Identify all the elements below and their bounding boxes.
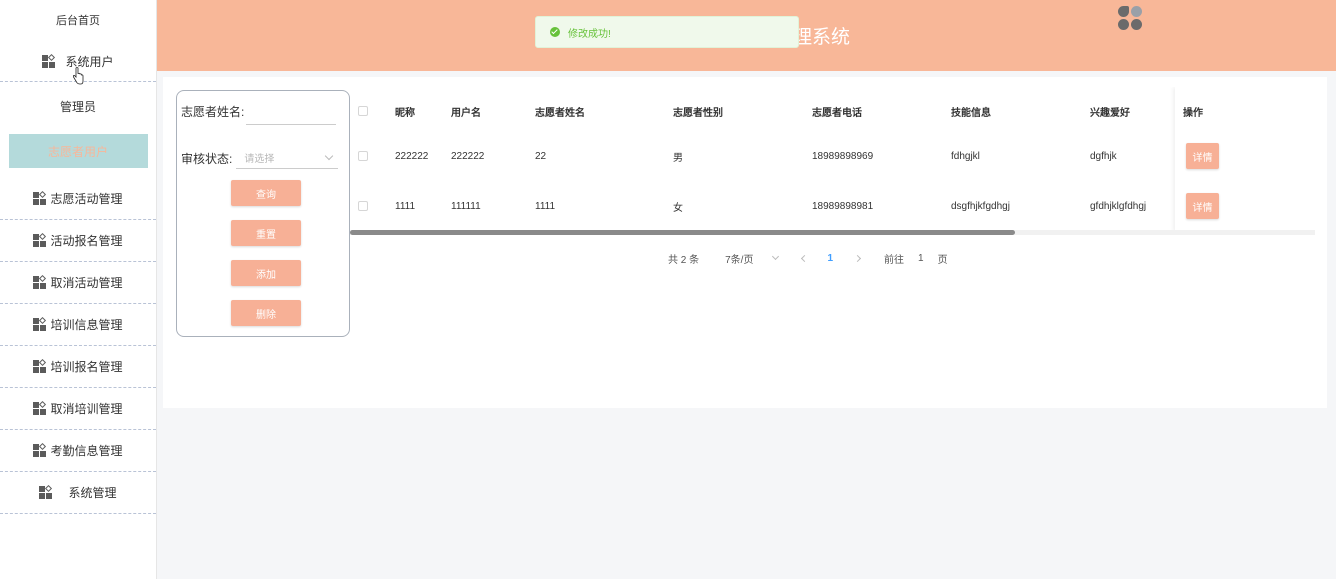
sidebar-subitem-volunteer-users[interactable]: 志愿者用户 (8, 134, 148, 168)
check-circle-icon (550, 27, 560, 37)
app-logo-icon[interactable] (1118, 6, 1142, 30)
menu-grid-icon (33, 442, 47, 457)
col-header: 志愿者性别 (673, 107, 723, 119)
page-unit-label: 页 (937, 254, 948, 266)
delete-button[interactable]: 删除 (231, 300, 301, 326)
menu-grid-icon (33, 232, 47, 247)
menu-grid-icon (39, 484, 53, 499)
current-page[interactable]: 1 (827, 253, 833, 264)
sidebar-item-label: 活动报名管理 (50, 234, 123, 248)
sidebar-item-label: 取消活动管理 (50, 276, 123, 290)
search-form: 志愿者姓名: 审核状态: 请选择 查询 重置 添加 删除 (176, 90, 350, 337)
sidebar-item-label: 系统管理 (68, 486, 117, 500)
col-header: 兴趣爱好 (1090, 107, 1130, 119)
menu-grid-icon (33, 358, 47, 373)
op-row: 详情 (1175, 182, 1315, 230)
sidebar-item-system-management[interactable]: 系统管理 (0, 472, 156, 514)
col-header: 用户名 (451, 107, 481, 119)
table-cell: 1111 (395, 200, 416, 212)
table-cell: 男 (673, 152, 683, 164)
table-cell: 1111 (535, 200, 556, 212)
table-cell: 女 (673, 202, 683, 214)
table-cell: dgfhjk (1090, 150, 1117, 162)
col-header: 志愿者姓名 (535, 107, 585, 119)
table-row: 222222 222222 22 男 18989898969 fdhgjkl d… (350, 132, 1315, 180)
sidebar-item-cancel-activity[interactable]: 取消活动管理 (0, 262, 156, 304)
toast-message: 修改成功! (568, 28, 611, 40)
mouse-cursor-icon (72, 67, 84, 85)
table-cell: 111111 (451, 200, 481, 212)
sidebar-subitem-admin[interactable]: 管理员 (0, 82, 156, 130)
table-cell: 18989898969 (812, 150, 874, 162)
table-cell: fdhgjkl (951, 150, 980, 162)
name-search-row: 志愿者姓名: (181, 97, 337, 125)
scrollbar-thumb[interactable] (350, 230, 1015, 235)
sidebar-item-attendance[interactable]: 考勤信息管理 (0, 430, 156, 472)
sidebar-home-link[interactable]: 后台首页 (0, 0, 156, 42)
select-all-checkbox[interactable] (358, 106, 368, 116)
menu-grid-icon (33, 316, 47, 331)
chevron-left-icon (801, 254, 809, 262)
goto-page-input[interactable]: 1 (918, 253, 924, 264)
operation-column: 操作 详情 详情 (1175, 87, 1315, 232)
reset-button[interactable]: 重置 (231, 220, 301, 246)
sidebar-item-label: 培训报名管理 (50, 360, 123, 374)
pagination: 共 2 条 7条/页 1 前往 1 页 (668, 248, 948, 268)
chevron-right-icon (853, 254, 862, 262)
volunteer-name-input[interactable] (246, 105, 337, 125)
page-size-value: 7条/页 (725, 254, 754, 266)
menu-grid-icon (42, 53, 56, 68)
table-cell: 22 (535, 150, 547, 162)
sidebar-item-cancel-training[interactable]: 取消培训管理 (0, 388, 156, 430)
menu-grid-icon (33, 274, 47, 289)
success-toast: 修改成功! (535, 16, 799, 48)
menu-grid-icon (33, 190, 47, 205)
sidebar-item-activity[interactable]: 志愿活动管理 (0, 178, 156, 220)
table-cell: 222222 (395, 150, 429, 162)
sidebar-item-label: 志愿活动管理 (50, 192, 123, 206)
sidebar-item-activity-signup[interactable]: 活动报名管理 (0, 220, 156, 262)
table-cell: 222222 (451, 150, 485, 162)
table-header-row: 昵称 用户名 志愿者姓名 志愿者性别 志愿者电话 技能信息 兴趣爱好 (350, 87, 1315, 135)
table-cell: 18989898981 (812, 200, 874, 212)
name-label: 志愿者姓名: (181, 104, 245, 119)
total-count: 共 2 条 (668, 254, 700, 266)
detail-button[interactable]: 详情 (1186, 193, 1219, 219)
prev-page-button[interactable] (801, 254, 809, 262)
op-header-row: 操作 (1175, 87, 1315, 135)
op-row: 详情 (1175, 132, 1315, 180)
sidebar: 后台首页 系统用户 管理员 志愿者用户 志愿活动管理 活动报名管理 取消活动管理… (0, 0, 157, 579)
horizontal-scrollbar[interactable] (350, 230, 1315, 235)
col-header: 操作 (1183, 107, 1203, 119)
col-header: 昵称 (395, 107, 415, 119)
col-header: 技能信息 (951, 107, 991, 119)
sidebar-item-label: 考勤信息管理 (50, 444, 123, 458)
table-cell: gfdhjklgfdhgj (1090, 200, 1147, 212)
col-header: 志愿者电话 (812, 107, 862, 119)
audit-status-select[interactable]: 请选择 (236, 147, 339, 169)
table-row: 1111 111111 1111 女 18989898981 dsgfhjkfg… (350, 182, 1315, 230)
page-size-select[interactable]: 7条/页 (725, 251, 780, 266)
main-panel: 志愿者姓名: 审核状态: 请选择 查询 重置 添加 删除 昵称 用户名 志愿者姓… (163, 77, 1327, 408)
next-page-button[interactable] (853, 254, 862, 262)
row-checkbox[interactable] (358, 201, 368, 211)
chevron-down-icon (325, 151, 334, 161)
sidebar-item-training-signup[interactable]: 培训报名管理 (0, 346, 156, 388)
sidebar-item-label: 培训信息管理 (50, 318, 123, 332)
table-cell: dsgfhjkfgdhgj (951, 200, 1010, 212)
chevron-down-icon (772, 252, 780, 261)
select-placeholder: 请选择 (244, 154, 275, 165)
sidebar-item-label: 取消培训管理 (50, 402, 123, 416)
sidebar-item-training-info[interactable]: 培训信息管理 (0, 304, 156, 346)
detail-button[interactable]: 详情 (1186, 143, 1219, 169)
menu-grid-icon (33, 400, 47, 415)
status-label: 审核状态: (181, 151, 233, 166)
add-button[interactable]: 添加 (231, 260, 301, 286)
row-checkbox[interactable] (358, 151, 368, 161)
goto-label: 前往 (884, 254, 905, 266)
query-button[interactable]: 查询 (231, 180, 301, 206)
status-search-row: 审核状态: 请选择 (181, 147, 339, 169)
data-table: 昵称 用户名 志愿者姓名 志愿者性别 志愿者电话 技能信息 兴趣爱好 22222… (350, 87, 1315, 235)
